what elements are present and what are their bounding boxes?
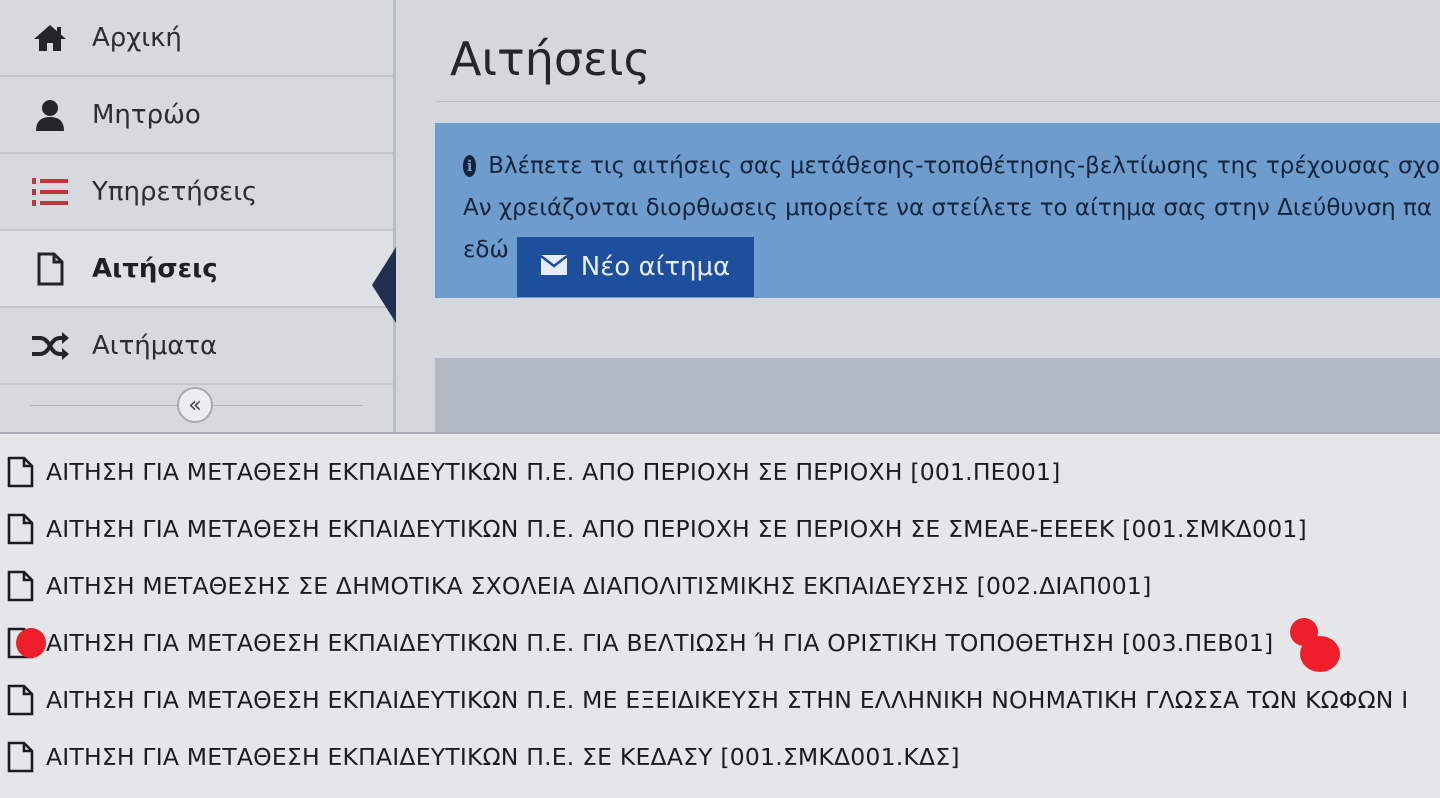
dropdown-option[interactable]: ΑΙΤΗΣΗ ΓΙΑ ΜΕΤΑΘΕΣΗ ΕΚΠΑΙΔΕΥΤΙΚΩΝ Π.Ε. Α… (0, 500, 1440, 557)
info-alert: i Βλέπετε τις αιτήσεις σας μετάθεσης-τοπ… (435, 123, 1440, 298)
document-icon (7, 741, 34, 772)
dropdown-option[interactable]: ΑΙΤΗΣΗ ΜΕΤΑΘΕΣΗΣ ΣΕ ΔΗΜΟΤΙΚΑ ΣΧΟΛΕΙΑ ΔΙΑ… (0, 557, 1440, 614)
document-icon (30, 252, 70, 286)
envelope-icon (540, 246, 568, 288)
sidebar-item-requests[interactable]: Αιτήματα (0, 308, 393, 385)
sidebar-item-label: Αιτήματα (92, 330, 218, 361)
main-content: Αιτήσεις i Βλέπετε τις αιτήσεις σας μετά… (396, 0, 1440, 432)
dropdown-option-label: ΑΙΤΗΣΗ ΓΙΑ ΜΕΤΑΘΕΣΗ ΕΚΠΑΙΔΕΥΤΙΚΩΝ Π.Ε. Α… (46, 457, 1061, 486)
info-text-line-3: εδώ (463, 237, 509, 263)
sidebar-item-label: Αρχική (92, 22, 182, 53)
sidebar-item-services[interactable]: Υπηρετήσεις (0, 154, 393, 231)
double-chevron-left-icon: « (188, 392, 202, 418)
document-icon (7, 684, 34, 715)
red-markup-dot (16, 628, 46, 658)
dropdown-option[interactable]: ΑΙΤΗΣΗ ΓΙΑ ΜΕΤΑΘΕΣΗ ΕΚΠΑΙΔΕΥΤΙΚΩΝ Π.Ε. Α… (0, 443, 1440, 500)
sidebar-item-applications[interactable]: Αιτήσεις (0, 231, 396, 323)
dropdown-option[interactable]: ΑΙΤΗΣΗ ΓΙΑ ΜΕΤΑΘΕΣΗ ΕΚΠΑΙΔΕΥΤΙΚΩΝ Π.Ε. Μ… (0, 671, 1440, 728)
collapse-sidebar-button[interactable]: « (177, 387, 213, 423)
user-icon (30, 98, 70, 132)
info-icon: i (463, 155, 477, 177)
sidebar: Αρχική Μητρώο Υπηρετήσεις Αιτήσεις Αιτήμ… (0, 0, 396, 432)
dropdown-option-label: ΑΙΤΗΣΗ ΓΙΑ ΜΕΤΑΘΕΣΗ ΕΚΠΑΙΔΕΥΤΙΚΩΝ Π.Ε. Α… (46, 514, 1307, 543)
sidebar-item-registry[interactable]: Μητρώο (0, 77, 393, 154)
shuffle-icon (30, 329, 70, 363)
info-text-line-2: Αν χρειάζονται διορθωσεις μπορείτε να στ… (463, 195, 1433, 221)
sidebar-item-label: Μητρώο (92, 99, 201, 130)
red-markup-dot (1300, 636, 1340, 672)
dropdown-option[interactable]: ΑΙΤΗΣΗ ΓΙΑ ΜΕΤΑΘΕΣΗ ΕΚΠΑΙΔΕΥΤΙΚΩΝ Π.Ε. Γ… (0, 614, 1440, 672)
dropdown-option-label: ΑΙΤΗΣΗ ΓΙΑ ΜΕΤΑΘΕΣΗ ΕΚΠΑΙΔΕΥΤΙΚΩΝ Π.Ε. Γ… (46, 628, 1274, 657)
sidebar-item-label: Αιτήσεις (92, 253, 218, 284)
document-icon (7, 456, 34, 487)
page-title: Αιτήσεις (450, 32, 651, 86)
sidebar-collapse-row: « (0, 385, 393, 425)
new-request-button[interactable]: Νέο αίτημα (516, 237, 755, 297)
dropdown-option-label: ΑΙΤΗΣΗ ΓΙΑ ΜΕΤΑΘΕΣΗ ΕΚΠΑΙΔΕΥΤΙΚΩΝ Π.Ε. Σ… (46, 742, 960, 771)
info-text-line-1: Βλέπετε τις αιτήσεις σας μετάθεσης-τοποθ… (488, 153, 1440, 179)
new-request-button-label: Νέο αίτημα (580, 252, 731, 282)
home-icon (30, 21, 70, 55)
sidebar-item-home[interactable]: Αρχική (0, 0, 393, 77)
dropdown-option[interactable]: ΑΙΤΗΣΗ ΓΙΑ ΜΕΤΑΘΕΣΗ ΕΚΠΑΙΔΕΥΤΙΚΩΝ Π.Ε. Σ… (0, 728, 1440, 785)
document-icon (7, 513, 34, 544)
divider (436, 101, 1440, 102)
content-panel (435, 358, 1440, 432)
application-type-dropdown: ΑΙΤΗΣΗ ΓΙΑ ΜΕΤΑΘΕΣΗ ΕΚΠΑΙΔΕΥΤΙΚΩΝ Π.Ε. Α… (0, 432, 1440, 798)
numbered-list-icon (30, 175, 70, 209)
sidebar-item-label: Υπηρετήσεις (92, 176, 258, 207)
dropdown-option-label: ΑΙΤΗΣΗ ΓΙΑ ΜΕΤΑΘΕΣΗ ΕΚΠΑΙΔΕΥΤΙΚΩΝ Π.Ε. Μ… (46, 685, 1409, 714)
dropdown-option-label: ΑΙΤΗΣΗ ΜΕΤΑΘΕΣΗΣ ΣΕ ΔΗΜΟΤΙΚΑ ΣΧΟΛΕΙΑ ΔΙΑ… (46, 571, 1152, 600)
document-icon (7, 570, 34, 601)
